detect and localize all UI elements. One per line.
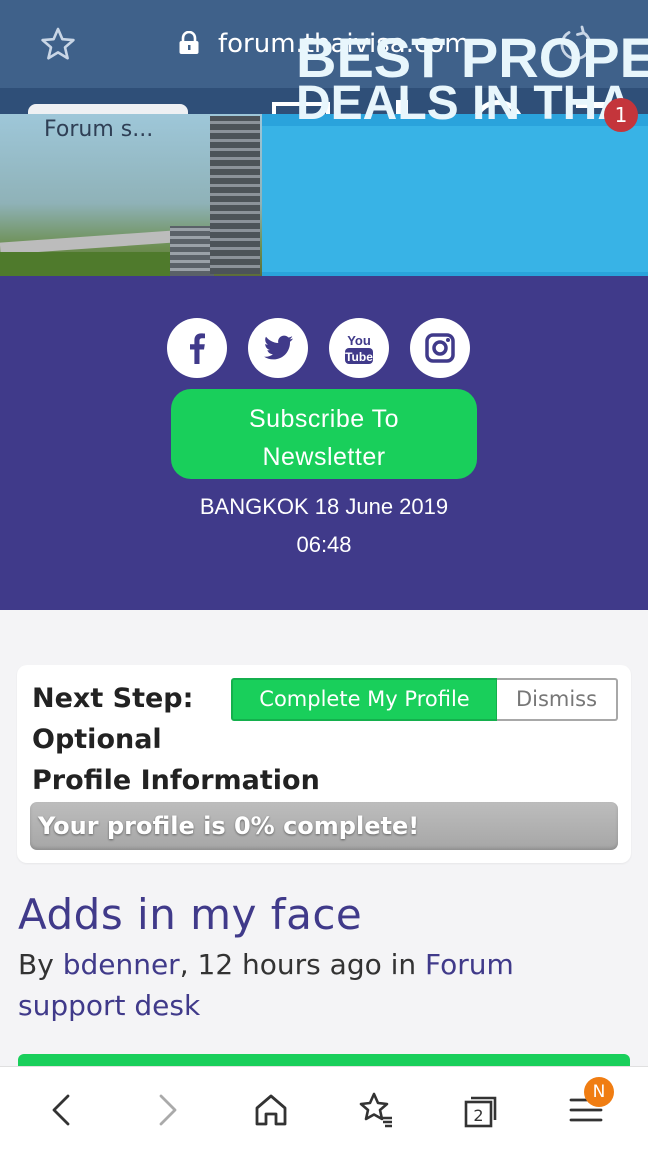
- next-step-line1: Next Step:: [32, 683, 194, 714]
- youtube-icon: You Tube: [345, 333, 373, 364]
- building-image: [210, 116, 260, 274]
- date-text: BANGKOK 18 June 2019: [199, 494, 449, 519]
- star-outline-icon[interactable]: [40, 26, 76, 62]
- forward-icon: [159, 1094, 177, 1126]
- forward-button[interactable]: [145, 1088, 189, 1132]
- tabs-button[interactable]: 2: [459, 1088, 503, 1132]
- next-step-line2: Optional: [32, 724, 162, 755]
- youtube-button[interactable]: You Tube: [329, 318, 389, 378]
- subscribe-label-line1: Subscribe To: [248, 405, 400, 433]
- bookmarks-icon: [359, 1092, 392, 1128]
- next-step-heading: Next Step: Optional Profile Information: [32, 678, 320, 801]
- menu-badge: N: [584, 1077, 614, 1107]
- bookmarks-button[interactable]: [354, 1088, 398, 1132]
- forum-selector-label[interactable]: Forum s...: [44, 116, 153, 144]
- svg-text:You: You: [347, 333, 371, 348]
- subscribe-newsletter-button[interactable]: Subscribe To Newsletter: [171, 389, 477, 479]
- tabs-count: 2: [473, 1106, 483, 1125]
- progress-text: Your profile is 0% complete!: [38, 812, 420, 840]
- facebook-button[interactable]: [167, 318, 227, 378]
- instagram-button[interactable]: [410, 318, 470, 378]
- subscribe-label-line2: Newsletter: [262, 443, 386, 471]
- home-button[interactable]: [249, 1088, 293, 1132]
- time-text: 06:48: [296, 532, 352, 557]
- topic-by: By: [18, 948, 63, 981]
- tabs-icon: 2: [464, 1096, 497, 1128]
- home-icon: [255, 1094, 287, 1126]
- topic-time: , 12 hours ago in: [179, 948, 426, 981]
- back-button[interactable]: [40, 1088, 84, 1132]
- twitter-icon: [264, 335, 293, 360]
- next-step-line3: Profile Information: [32, 765, 320, 796]
- topic-title[interactable]: Adds in my face: [18, 888, 362, 942]
- page: forum.thaivisa.com BEST PROPE DEALS IN T…: [0, 0, 648, 1152]
- instagram-icon: [425, 333, 455, 363]
- svg-text:Tube: Tube: [345, 350, 373, 364]
- notification-badge[interactable]: 1: [604, 98, 638, 132]
- browser-bottom-nav: [0, 1066, 648, 1152]
- author-link[interactable]: bdenner: [63, 948, 180, 981]
- topic-meta: By bdenner, 12 hours ago in Forum suppor…: [18, 944, 618, 1026]
- dismiss-button[interactable]: Dismiss: [497, 678, 618, 721]
- ad-headline-line2: DEALS IN THA: [296, 77, 632, 130]
- back-icon: [52, 1094, 70, 1126]
- profile-progress-bar: Your profile is 0% complete!: [30, 802, 618, 850]
- facebook-icon: [190, 333, 205, 364]
- twitter-button[interactable]: [248, 318, 308, 378]
- complete-my-profile-button[interactable]: Complete My Profile: [231, 678, 498, 721]
- lock-icon: [179, 31, 199, 54]
